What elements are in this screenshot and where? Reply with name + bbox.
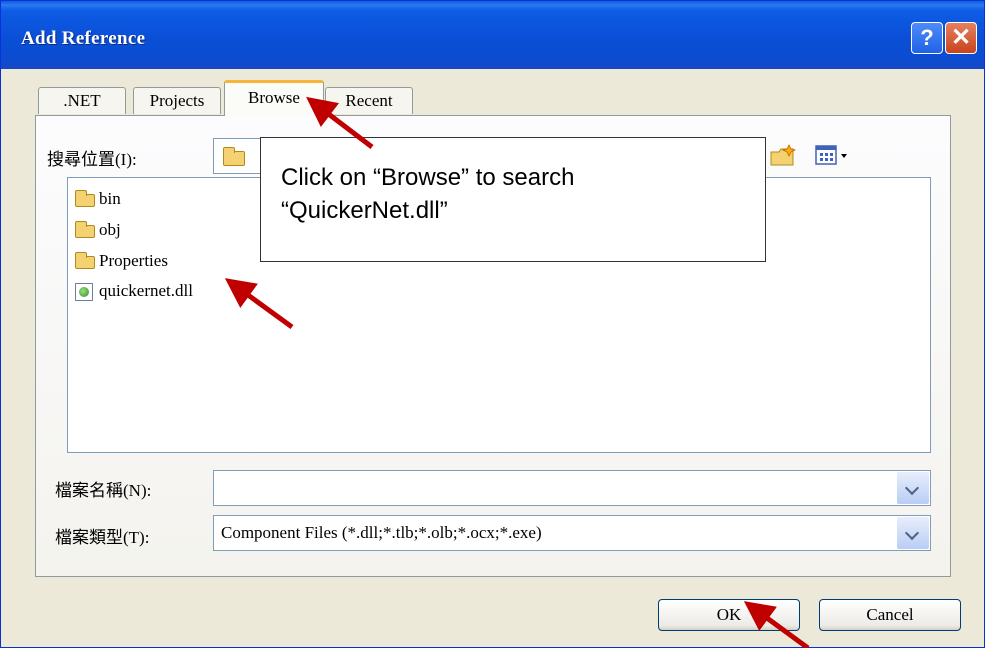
cancel-button[interactable]: Cancel [819, 599, 961, 631]
tab-net[interactable]: .NET [38, 87, 126, 114]
tab-projects[interactable]: Projects [133, 87, 221, 114]
title-bar[interactable]: Add Reference ? ✕ [1, 1, 984, 69]
new-folder-icon[interactable] [767, 143, 801, 169]
chevron-down-icon[interactable] [897, 517, 929, 549]
file-type-label: 檔案類型(T): [55, 528, 150, 547]
dll-file-icon [75, 283, 93, 301]
ok-button[interactable]: OK [658, 599, 800, 631]
file-name-field[interactable] [213, 470, 931, 506]
file-name: bin [99, 189, 121, 208]
window-title: Add Reference [21, 28, 146, 49]
instruction-callout: Click on “Browse” to search “QuickerNet.… [260, 137, 766, 262]
callout-line-2: “QuickerNet.dll” [281, 197, 448, 224]
file-type-value: Component Files (*.dll;*.tlb;*.olb;*.ocx… [221, 523, 542, 542]
callout-line-1: Click on “Browse” to search [281, 164, 575, 191]
folder-icon [75, 221, 95, 238]
folder-icon [75, 252, 95, 269]
file-name: quickernet.dll [99, 281, 193, 300]
file-name-label: 檔案名稱(N): [55, 481, 152, 500]
close-button[interactable]: ✕ [945, 22, 977, 54]
folder-icon [75, 190, 95, 207]
views-menu-icon[interactable] [813, 143, 853, 169]
file-name: obj [99, 220, 121, 239]
tab-browse[interactable]: Browse [224, 80, 324, 116]
file-name: Properties [99, 251, 168, 270]
look-in-label: 搜尋位置(I): [47, 150, 137, 169]
tab-recent[interactable]: Recent [325, 87, 413, 114]
chevron-down-icon[interactable] [897, 472, 929, 504]
folder-icon [223, 147, 245, 166]
file-type-select[interactable]: Component Files (*.dll;*.tlb;*.olb;*.ocx… [213, 515, 931, 551]
help-button[interactable]: ? [911, 22, 943, 54]
add-reference-dialog: Add Reference ? ✕ .NET Projects Browse R… [0, 0, 985, 648]
